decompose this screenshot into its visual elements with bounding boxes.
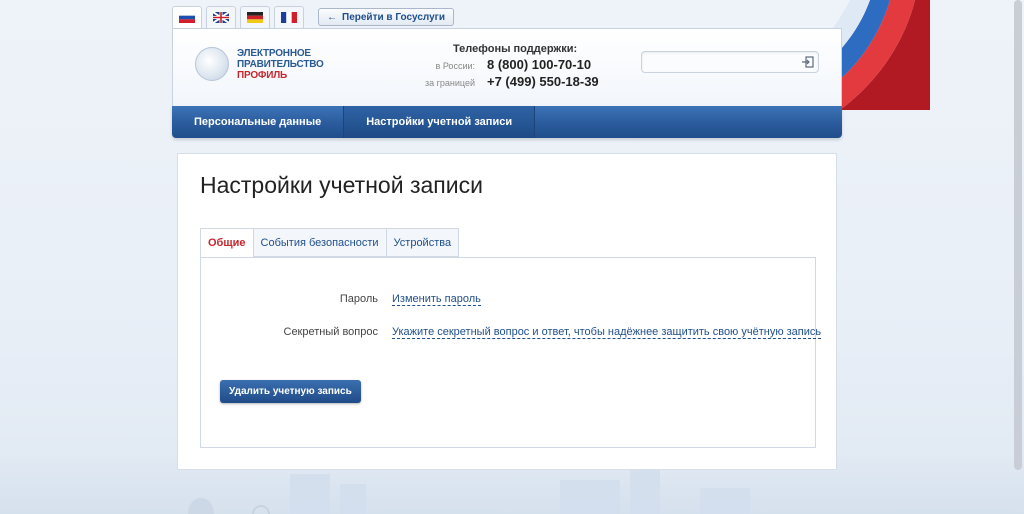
coat-of-arms-icon (188, 498, 214, 514)
content-panel: Настройки учетной записи Общие События б… (177, 153, 837, 470)
page-scrollbar[interactable] (1014, 0, 1022, 470)
change-password-link[interactable]: Изменить пароль (392, 293, 481, 306)
site-header: ЭЛЕКТРОННОЕ ПРАВИТЕЛЬСТВО ПРОФИЛЬ Телефо… (172, 28, 842, 106)
footer-logo-icon (252, 505, 270, 514)
logo-text: ЭЛЕКТРОННОЕ ПРАВИТЕЛЬСТВО ПРОФИЛЬ (237, 48, 324, 81)
lang-ru[interactable] (172, 6, 202, 28)
main-nav: Персональные данные Настройки учетной за… (172, 106, 842, 138)
russia-phone: 8 (800) 100-70-10 (487, 57, 592, 72)
login-door-icon (802, 56, 814, 68)
lang-fr[interactable] (274, 6, 304, 28)
search-input[interactable] (641, 51, 819, 73)
tab-content-general: Пароль Изменить пароль Секретный вопрос … (200, 257, 822, 448)
nav-personal-data[interactable]: Персональные данные (172, 106, 345, 138)
lang-de[interactable] (240, 6, 270, 28)
page-title: Настройки учетной записи (200, 172, 483, 198)
uk-flag-icon (213, 12, 229, 23)
logo-emblem-icon (195, 47, 229, 81)
goto-gosuslugi-button[interactable]: ← Перейти в Госуслуги (318, 8, 454, 26)
lang-en[interactable] (206, 6, 236, 28)
tab-general[interactable]: Общие (200, 228, 254, 258)
nav-account-settings[interactable]: Настройки учетной записи (344, 106, 536, 138)
password-label: Пароль (339, 293, 378, 305)
abroad-label: за границей (425, 78, 476, 88)
germany-flag-icon (247, 12, 263, 23)
support-title: Телефоны поддержки: (453, 43, 578, 55)
set-secret-question-link[interactable]: Укажите секретный вопрос и ответ, чтобы … (392, 326, 822, 339)
delete-account-button[interactable]: Удалить учетную запись (220, 380, 361, 403)
search-button[interactable] (800, 54, 816, 70)
support-phones: Телефоны поддержки: в России: 8 (800) 10… (425, 43, 599, 89)
tab-devices[interactable]: Устройства (386, 228, 460, 257)
logo-line3: ПРОФИЛЬ (237, 69, 288, 81)
russia-flag-icon (179, 12, 195, 23)
language-switcher (172, 6, 304, 28)
secret-question-label: Секретный вопрос (283, 326, 379, 338)
abroad-phone: +7 (499) 550-18-39 (487, 74, 599, 89)
settings-tabs: Общие События безопасности Устройства (200, 228, 460, 258)
site-logo[interactable]: ЭЛЕКТРОННОЕ ПРАВИТЕЛЬСТВО ПРОФИЛЬ (195, 47, 324, 81)
russia-label: в России: (435, 61, 475, 71)
tab-security-events[interactable]: События безопасности (253, 228, 387, 257)
arrow-left-icon: ← (327, 11, 337, 23)
goto-gosuslugi-label: Перейти в Госуслуги (342, 11, 445, 23)
logo-line2: ПРАВИТЕЛЬСТВО (237, 58, 324, 70)
logo-line1: ЭЛЕКТРОННОЕ (237, 47, 311, 59)
france-flag-icon (281, 12, 297, 23)
